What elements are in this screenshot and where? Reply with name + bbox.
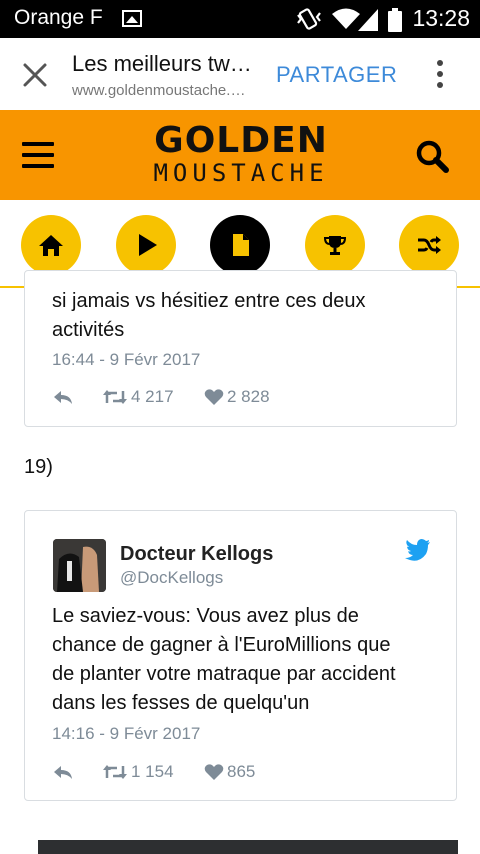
nav-top-button[interactable] — [305, 215, 365, 275]
twitter-bird-icon[interactable] — [405, 539, 431, 561]
trophy-icon — [323, 236, 347, 255]
tweet-timestamp[interactable]: 14:16 - 9 Févr 2017 — [52, 724, 200, 744]
nav-articles-button[interactable] — [210, 215, 270, 275]
shuffle-icon — [418, 236, 441, 254]
reply-icon[interactable] — [52, 387, 74, 407]
browser-toolbar: Les meilleurs tweets de la semaine www.g… — [0, 38, 480, 110]
page-url: www.goldenmoustache.com — [72, 82, 252, 99]
tweet-card[interactable]: Docteur Kellogs @DocKellogs Le saviez-vo… — [24, 510, 457, 801]
retweet-count: 1 154 — [131, 762, 174, 781]
author-handle[interactable]: @DocKellogs — [120, 568, 223, 588]
tweet-text-line: activités — [52, 319, 125, 341]
document-icon — [233, 234, 249, 256]
battery-icon — [388, 8, 402, 32]
home-icon — [39, 235, 63, 256]
play-icon — [139, 234, 157, 256]
nav-video-button[interactable] — [116, 215, 176, 275]
hamburger-menu-icon[interactable] — [22, 142, 54, 170]
tweet-text-line: de planter votre matraque par accident — [52, 663, 396, 685]
reply-icon[interactable] — [52, 762, 74, 782]
site-header: GOLDEN MOUSTACHE — [0, 110, 480, 200]
heart-icon[interactable] — [204, 763, 224, 781]
search-icon[interactable] — [414, 138, 452, 176]
list-item-number: 19) — [24, 456, 53, 478]
avatar[interactable] — [53, 539, 106, 592]
tweet-text-line: dans les fesses de quelqu'un — [52, 692, 310, 714]
tweet-text-line: chance de gagner à l'EuroMillions que — [52, 634, 391, 656]
signal-icon — [358, 9, 378, 31]
status-icons — [297, 8, 402, 32]
heart-icon[interactable] — [204, 388, 224, 406]
article-image — [38, 840, 458, 854]
tweet-text-line: Le saviez-vous: Vous avez plus de — [52, 605, 359, 627]
logo-line1: GOLDEN — [154, 120, 328, 161]
like-count: 865 — [227, 762, 256, 781]
tweet-card-previous[interactable]: si jamais vs hésitiez entre ces deux act… — [24, 270, 457, 427]
tweet-timestamp[interactable]: 16:44 - 9 Févr 2017 — [52, 350, 200, 370]
tweet-actions: 4 217 2 828 — [52, 387, 312, 411]
retweet-icon[interactable] — [102, 763, 128, 781]
retweet-count: 4 217 — [131, 387, 174, 406]
overflow-menu-icon[interactable] — [430, 60, 450, 90]
nav-random-button[interactable] — [399, 215, 459, 275]
wifi-icon — [332, 8, 360, 29]
retweet-icon[interactable] — [102, 388, 128, 406]
clock: 13:28 — [412, 5, 470, 31]
close-icon[interactable] — [20, 60, 50, 90]
author-name[interactable]: Docteur Kellogs — [120, 543, 273, 566]
tweet-text-line: si jamais vs hésitiez entre ces deux — [52, 290, 366, 312]
logo-line2: MOUSTACHE — [153, 159, 329, 187]
gallery-icon — [122, 10, 142, 27]
nav-home-button[interactable] — [21, 215, 81, 275]
status-bar: Orange F 13:28 — [0, 0, 480, 38]
page-title: Les meilleurs tweets de la semaine — [72, 51, 252, 76]
share-button[interactable]: PARTAGER — [276, 62, 397, 88]
site-logo[interactable]: GOLDEN MOUSTACHE — [150, 122, 332, 188]
carrier-name: Orange F — [14, 6, 103, 29]
tweet-actions: 1 154 865 — [52, 762, 312, 786]
like-count: 2 828 — [227, 387, 270, 406]
vibrate-icon — [297, 8, 321, 30]
